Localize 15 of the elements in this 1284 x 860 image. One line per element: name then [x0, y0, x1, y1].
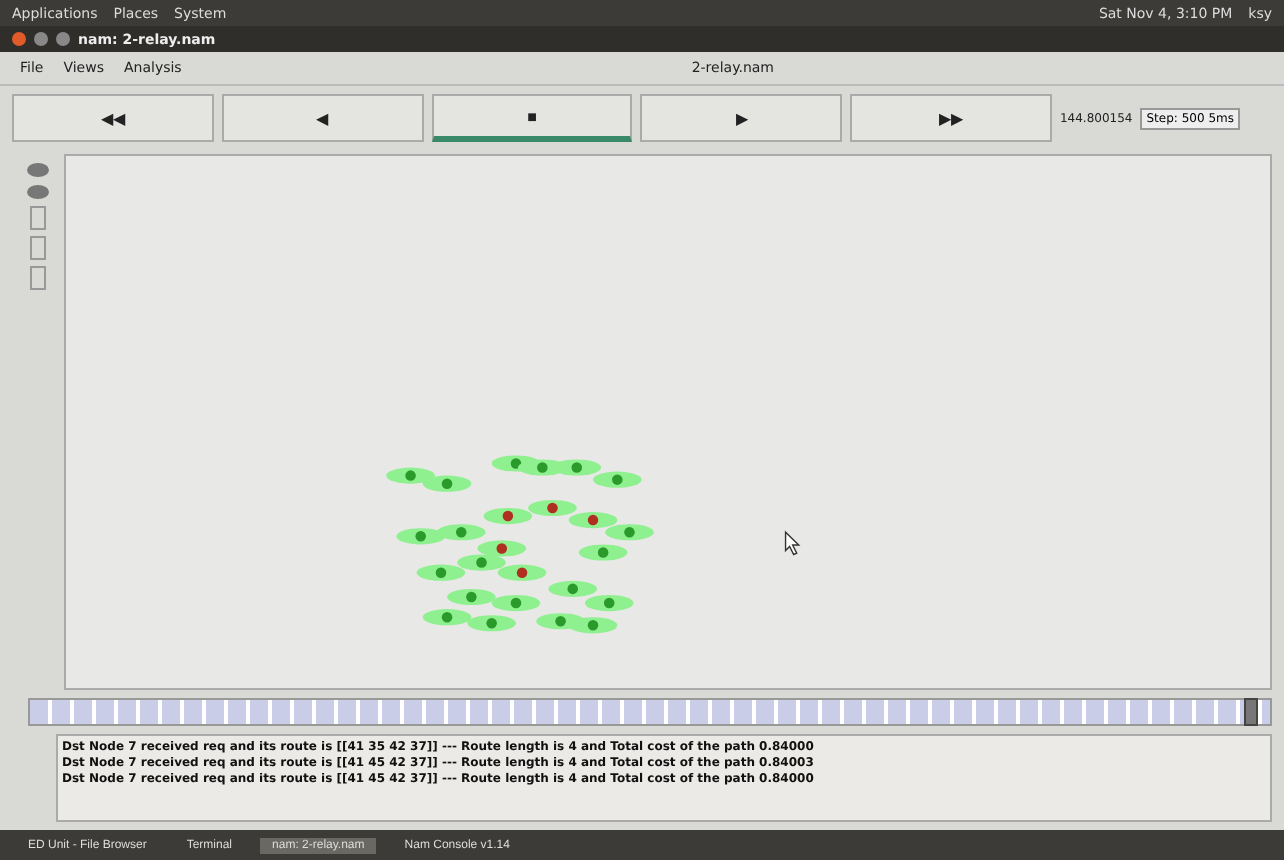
playback-button[interactable]: ◀◀ [12, 94, 214, 142]
timeline-thumb[interactable] [1243, 698, 1258, 726]
cursor-icon [784, 530, 801, 556]
tool-icon[interactable] [30, 236, 46, 260]
playback-button[interactable]: ▶ [640, 94, 843, 142]
playback-button[interactable]: ▶▶ [850, 94, 1052, 142]
playback-button[interactable]: ■ [431, 94, 633, 142]
tool-icon[interactable] [30, 206, 46, 230]
eye-icon[interactable] [26, 162, 50, 178]
close-icon[interactable] [12, 32, 26, 46]
tool-icon[interactable] [30, 266, 46, 290]
minimize-icon[interactable] [34, 32, 48, 46]
maximize-icon[interactable] [56, 32, 70, 46]
playback-button[interactable]: ◀ [221, 94, 424, 142]
eye-icon[interactable] [26, 184, 50, 200]
